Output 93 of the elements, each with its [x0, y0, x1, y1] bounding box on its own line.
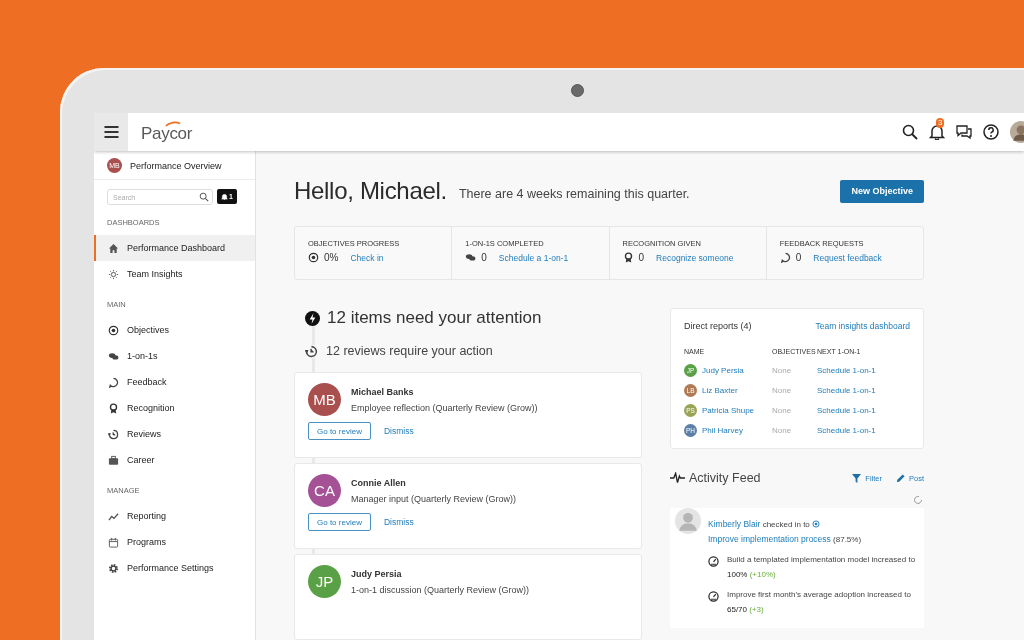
nav-item[interactable]: Objectives: [94, 317, 255, 343]
nav-item[interactable]: Performance Dashboard: [94, 235, 255, 261]
stat-link[interactable]: Check in: [350, 252, 384, 263]
dismiss-link[interactable]: Dismiss: [383, 517, 414, 527]
stat-link[interactable]: Recognize someone: [656, 252, 734, 263]
new-objective-button[interactable]: New Objective: [840, 179, 924, 203]
pencil-icon: [896, 473, 905, 483]
schedule-link[interactable]: Schedule 1-on-1: [817, 406, 910, 415]
menu-button[interactable]: [94, 113, 128, 151]
table-cell-text: None: [772, 426, 793, 435]
target-icon: [108, 324, 119, 336]
calendar-icon: [108, 536, 119, 548]
case-icon: [108, 454, 119, 466]
notifications-icon[interactable]: [929, 124, 945, 140]
person-name: Judy Persia: [351, 568, 403, 579]
table-cell-text: None: [772, 366, 793, 375]
gear-icon: [108, 562, 119, 574]
award-icon: [108, 402, 119, 414]
nav-item[interactable]: Performance Settings: [94, 555, 255, 581]
nav-item[interactable]: Feedback: [94, 369, 255, 395]
person-avatar: JP: [308, 565, 341, 598]
schedule-link[interactable]: Schedule 1-on-1: [817, 366, 910, 375]
lightning-icon: [305, 310, 320, 326]
chart-icon: [108, 510, 119, 522]
stat-link[interactable]: Request feedback: [813, 252, 882, 263]
person-name: Michael Banks: [351, 386, 415, 397]
award-icon: [622, 252, 634, 263]
gauge-icon: [708, 591, 719, 602]
gauge-icon: [708, 556, 719, 567]
nav-item[interactable]: Recognition: [94, 395, 255, 421]
feed-title: Activity Feed: [689, 471, 761, 485]
person-avatar: [675, 508, 701, 534]
person-name: Connie Allen: [351, 477, 407, 488]
schedule-link[interactable]: Schedule 1-on-1: [817, 386, 910, 395]
person-link[interactable]: Liz Baxter: [702, 386, 738, 395]
check-in-text: Kimberly Blair checked in to Improve implementation process (87.5%): [708, 518, 863, 546]
bell-icon: [221, 193, 228, 200]
person-link[interactable]: Phil Harvey: [702, 426, 743, 435]
review-task: Employee reflection (Quarterly Review (Grow)): [351, 402, 538, 413]
team-insights-link[interactable]: Team insights dashboard: [815, 321, 910, 331]
greeting: Hello, Michael.: [294, 177, 447, 205]
nav-item[interactable]: Career: [94, 447, 255, 473]
schedule-link[interactable]: Schedule 1-on-1: [817, 426, 910, 435]
update-text: Build a templated implementation model increased to 100% (+10%): [727, 554, 916, 581]
review-task: Manager input (Quarterly Review (Grow)): [351, 493, 517, 504]
chat-icon: [108, 350, 119, 362]
camera-lens: [571, 84, 584, 97]
attention-title: 12 items need your attention: [327, 308, 542, 328]
person-link[interactable]: Patricia Shupe: [702, 406, 755, 415]
filter-icon: [852, 473, 862, 483]
pulse-icon: [670, 472, 685, 484]
feedback-icon: [108, 376, 119, 388]
stat-value: 0: [638, 252, 645, 263]
author-link[interactable]: Kimberly Blair: [708, 519, 761, 529]
reviews-icon: [108, 428, 119, 440]
dismiss-link[interactable]: Dismiss: [383, 426, 414, 436]
quarter-note: There are 4 weeks remaining this quarter.: [458, 186, 690, 201]
search-icon[interactable]: [199, 192, 209, 202]
nav-item[interactable]: Reporting: [94, 503, 255, 529]
menu-icon: [103, 126, 119, 138]
objective-link[interactable]: Improve implementation process: [708, 534, 831, 544]
update-text: Improve first month's average adoption increased to 65/70 (+3): [727, 589, 912, 616]
overview-label: Performance Overview: [130, 160, 222, 171]
stat-value: 0%: [324, 252, 339, 263]
target-icon: [308, 252, 319, 263]
home-icon: [108, 242, 119, 254]
nav-item[interactable]: Team Insights: [94, 261, 255, 287]
card-title: Direct reports (4): [684, 321, 752, 331]
help-icon[interactable]: [983, 124, 999, 140]
logo: Paycor: [141, 120, 193, 144]
person-avatar: CA: [308, 474, 341, 507]
nav-item[interactable]: Programs: [94, 529, 255, 555]
nav-item[interactable]: 1-on-1s: [94, 343, 255, 369]
feedback-icon: [779, 252, 791, 263]
stat-link[interactable]: Schedule a 1-on-1: [498, 252, 569, 263]
reviews-icon: [305, 344, 318, 358]
stat-value: 0: [795, 252, 802, 263]
person-link[interactable]: Judy Persia: [702, 366, 744, 375]
nav-item[interactable]: Reviews: [94, 421, 255, 447]
go-to-review-button[interactable]: Go to review: [308, 422, 371, 440]
search-icon[interactable]: [902, 124, 918, 140]
review-task: 1-on-1 discussion (Quarterly Review (Grow)): [351, 584, 530, 595]
stat-value: 0: [481, 252, 487, 263]
table-cell-text: None: [772, 386, 793, 395]
table-cell-text: None: [772, 406, 793, 415]
chat-icon: [465, 252, 477, 263]
go-to-review-button[interactable]: Go to review: [308, 513, 371, 531]
bulb-icon: [108, 268, 119, 280]
notification-badge: 3: [936, 118, 945, 128]
attention-subtitle: 12 reviews require your action: [326, 344, 493, 358]
target-icon: [812, 520, 821, 528]
person-avatar: MB: [308, 383, 341, 416]
chat-icon[interactable]: [956, 124, 972, 140]
